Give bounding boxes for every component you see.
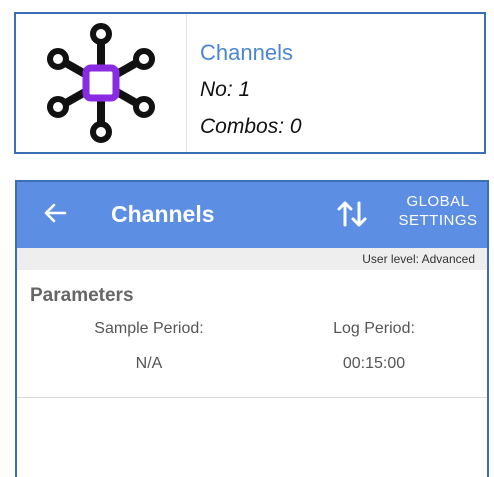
global-settings-label-line1: GLOBAL bbox=[406, 193, 470, 210]
card-combos-count: Combos: 0 bbox=[200, 115, 302, 138]
arrow-left-icon bbox=[44, 203, 67, 223]
card-channel-number: No: 1 bbox=[200, 78, 251, 101]
channels-screen: Channels GLOBAL SETTINGS User level: Adv… bbox=[15, 180, 489, 477]
global-settings-button[interactable]: GLOBAL SETTINGS bbox=[393, 192, 483, 230]
log-period-label: Log Period: bbox=[333, 320, 415, 337]
global-settings-label-line2: SETTINGS bbox=[398, 212, 478, 229]
back-button[interactable] bbox=[39, 196, 73, 230]
sort-button[interactable] bbox=[334, 196, 370, 232]
card-title: Channels bbox=[200, 40, 293, 65]
sample-period-label: Sample Period: bbox=[94, 320, 204, 337]
app-bar: Channels GLOBAL SETTINGS bbox=[17, 182, 487, 248]
channels-icon-area bbox=[24, 14, 187, 152]
user-level-bar: User level: Advanced bbox=[17, 248, 487, 270]
sort-arrows-icon bbox=[337, 201, 367, 227]
section-divider bbox=[17, 397, 487, 398]
page-title: Channels bbox=[111, 201, 215, 227]
log-period-value: 00:15:00 bbox=[342, 355, 406, 372]
user-level-text: User level: Advanced bbox=[362, 252, 475, 266]
parameters-heading: Parameters bbox=[30, 285, 134, 306]
sample-period-value: N/A bbox=[135, 355, 163, 372]
channels-card[interactable]: Channels No: 1 Combos: 0 bbox=[14, 12, 486, 154]
channels-hub-icon bbox=[47, 23, 155, 143]
